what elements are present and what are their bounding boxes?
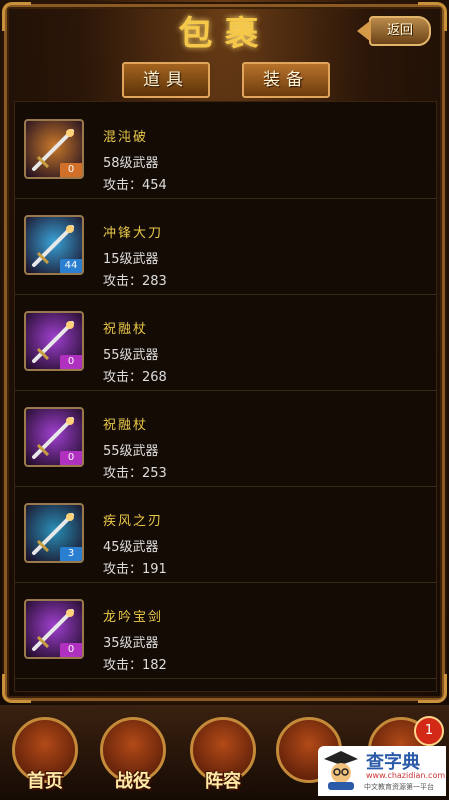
equipment-list[interactable]: 0 混沌破 58级武器攻击：454 44 冲锋大刀 15级武器攻击：283 0 祝融杖 55级武…: [14, 101, 437, 692]
item-name: 疾风之刃: [103, 514, 164, 529]
item-attack: 攻击：253: [103, 466, 167, 481]
item-level: 45级武器: [103, 540, 159, 555]
item-attack: 攻击：191: [103, 562, 167, 577]
item-name: 混沌破: [103, 130, 149, 145]
item-row[interactable]: 0 混沌破 58级武器攻击：454: [15, 102, 436, 199]
weapon-icon[interactable]: 0: [24, 311, 84, 371]
watermark-tagline: 中文教育资源第一平台: [364, 783, 434, 791]
weapon-icon[interactable]: 44: [24, 215, 84, 275]
item-count-badge: 3: [60, 547, 82, 561]
item-count-badge: 0: [60, 643, 82, 657]
item-name: 祝融杖: [103, 418, 149, 433]
tab-equipment[interactable]: 装备: [242, 62, 330, 98]
item-attack: 攻击：454: [103, 178, 167, 193]
item-level: 58级武器: [103, 156, 159, 171]
weapon-icon[interactable]: 0: [24, 599, 84, 659]
watermark-url: www.chazidian.com: [366, 771, 446, 780]
weapon-icon[interactable]: 3: [24, 503, 84, 563]
item-level: 55级武器: [103, 348, 159, 363]
item-attack: 攻击：283: [103, 274, 167, 289]
nav-label: 首页: [27, 771, 63, 792]
tab-tools[interactable]: 道具: [122, 62, 210, 98]
bag-panel: 包裹 返回 道具 装备 0 混沌破 58级武器 攻击：454 44 冲锋大刀 15级武器 攻击…: [0, 0, 449, 705]
nav-home[interactable]: 首页: [8, 717, 82, 797]
nav-lineup[interactable]: 阵容: [186, 717, 260, 797]
item-count-badge: 0: [60, 355, 82, 369]
item-attack: 攻击：268: [103, 370, 167, 385]
weapon-icon[interactable]: 0: [24, 119, 84, 179]
item-name: 冲锋大刀: [103, 226, 164, 241]
item-attack: 攻击：182: [103, 658, 167, 673]
weapon-icon[interactable]: 0: [24, 407, 84, 467]
item-name: 龙吟宝剑: [103, 610, 164, 625]
item-row[interactable]: 3 疾风之刃 45级武器攻击：191: [15, 486, 436, 583]
item-count-badge: 0: [60, 451, 82, 465]
item-level: 15级武器: [103, 252, 159, 267]
nav-label: 阵容: [205, 771, 241, 792]
item-level: 55级武器: [103, 444, 159, 459]
item-row[interactable]: 0 祝融杖 55级武器攻击：253: [15, 390, 436, 487]
item-level: 35级武器: [103, 636, 159, 651]
notification-badge: 1: [414, 716, 444, 746]
nav-battle[interactable]: 战役: [96, 717, 170, 797]
item-row[interactable]: 44 冲锋大刀 15级武器攻击：283: [15, 198, 436, 295]
doctor-logo-icon: [324, 751, 358, 790]
item-row[interactable]: 0 龙吟宝剑 35级武器攻击：182: [15, 582, 436, 679]
watermark: 查字典 www.chazidian.com 中文教育资源第一平台: [318, 746, 446, 796]
item-count-badge: 44: [60, 259, 82, 273]
nav-label: 战役: [115, 771, 151, 792]
item-name: 祝融杖: [103, 322, 149, 337]
item-count-badge: 0: [60, 163, 82, 177]
item-row[interactable]: 0 祝融杖 55级武器攻击：268: [15, 294, 436, 391]
back-button[interactable]: 返回: [357, 16, 431, 46]
